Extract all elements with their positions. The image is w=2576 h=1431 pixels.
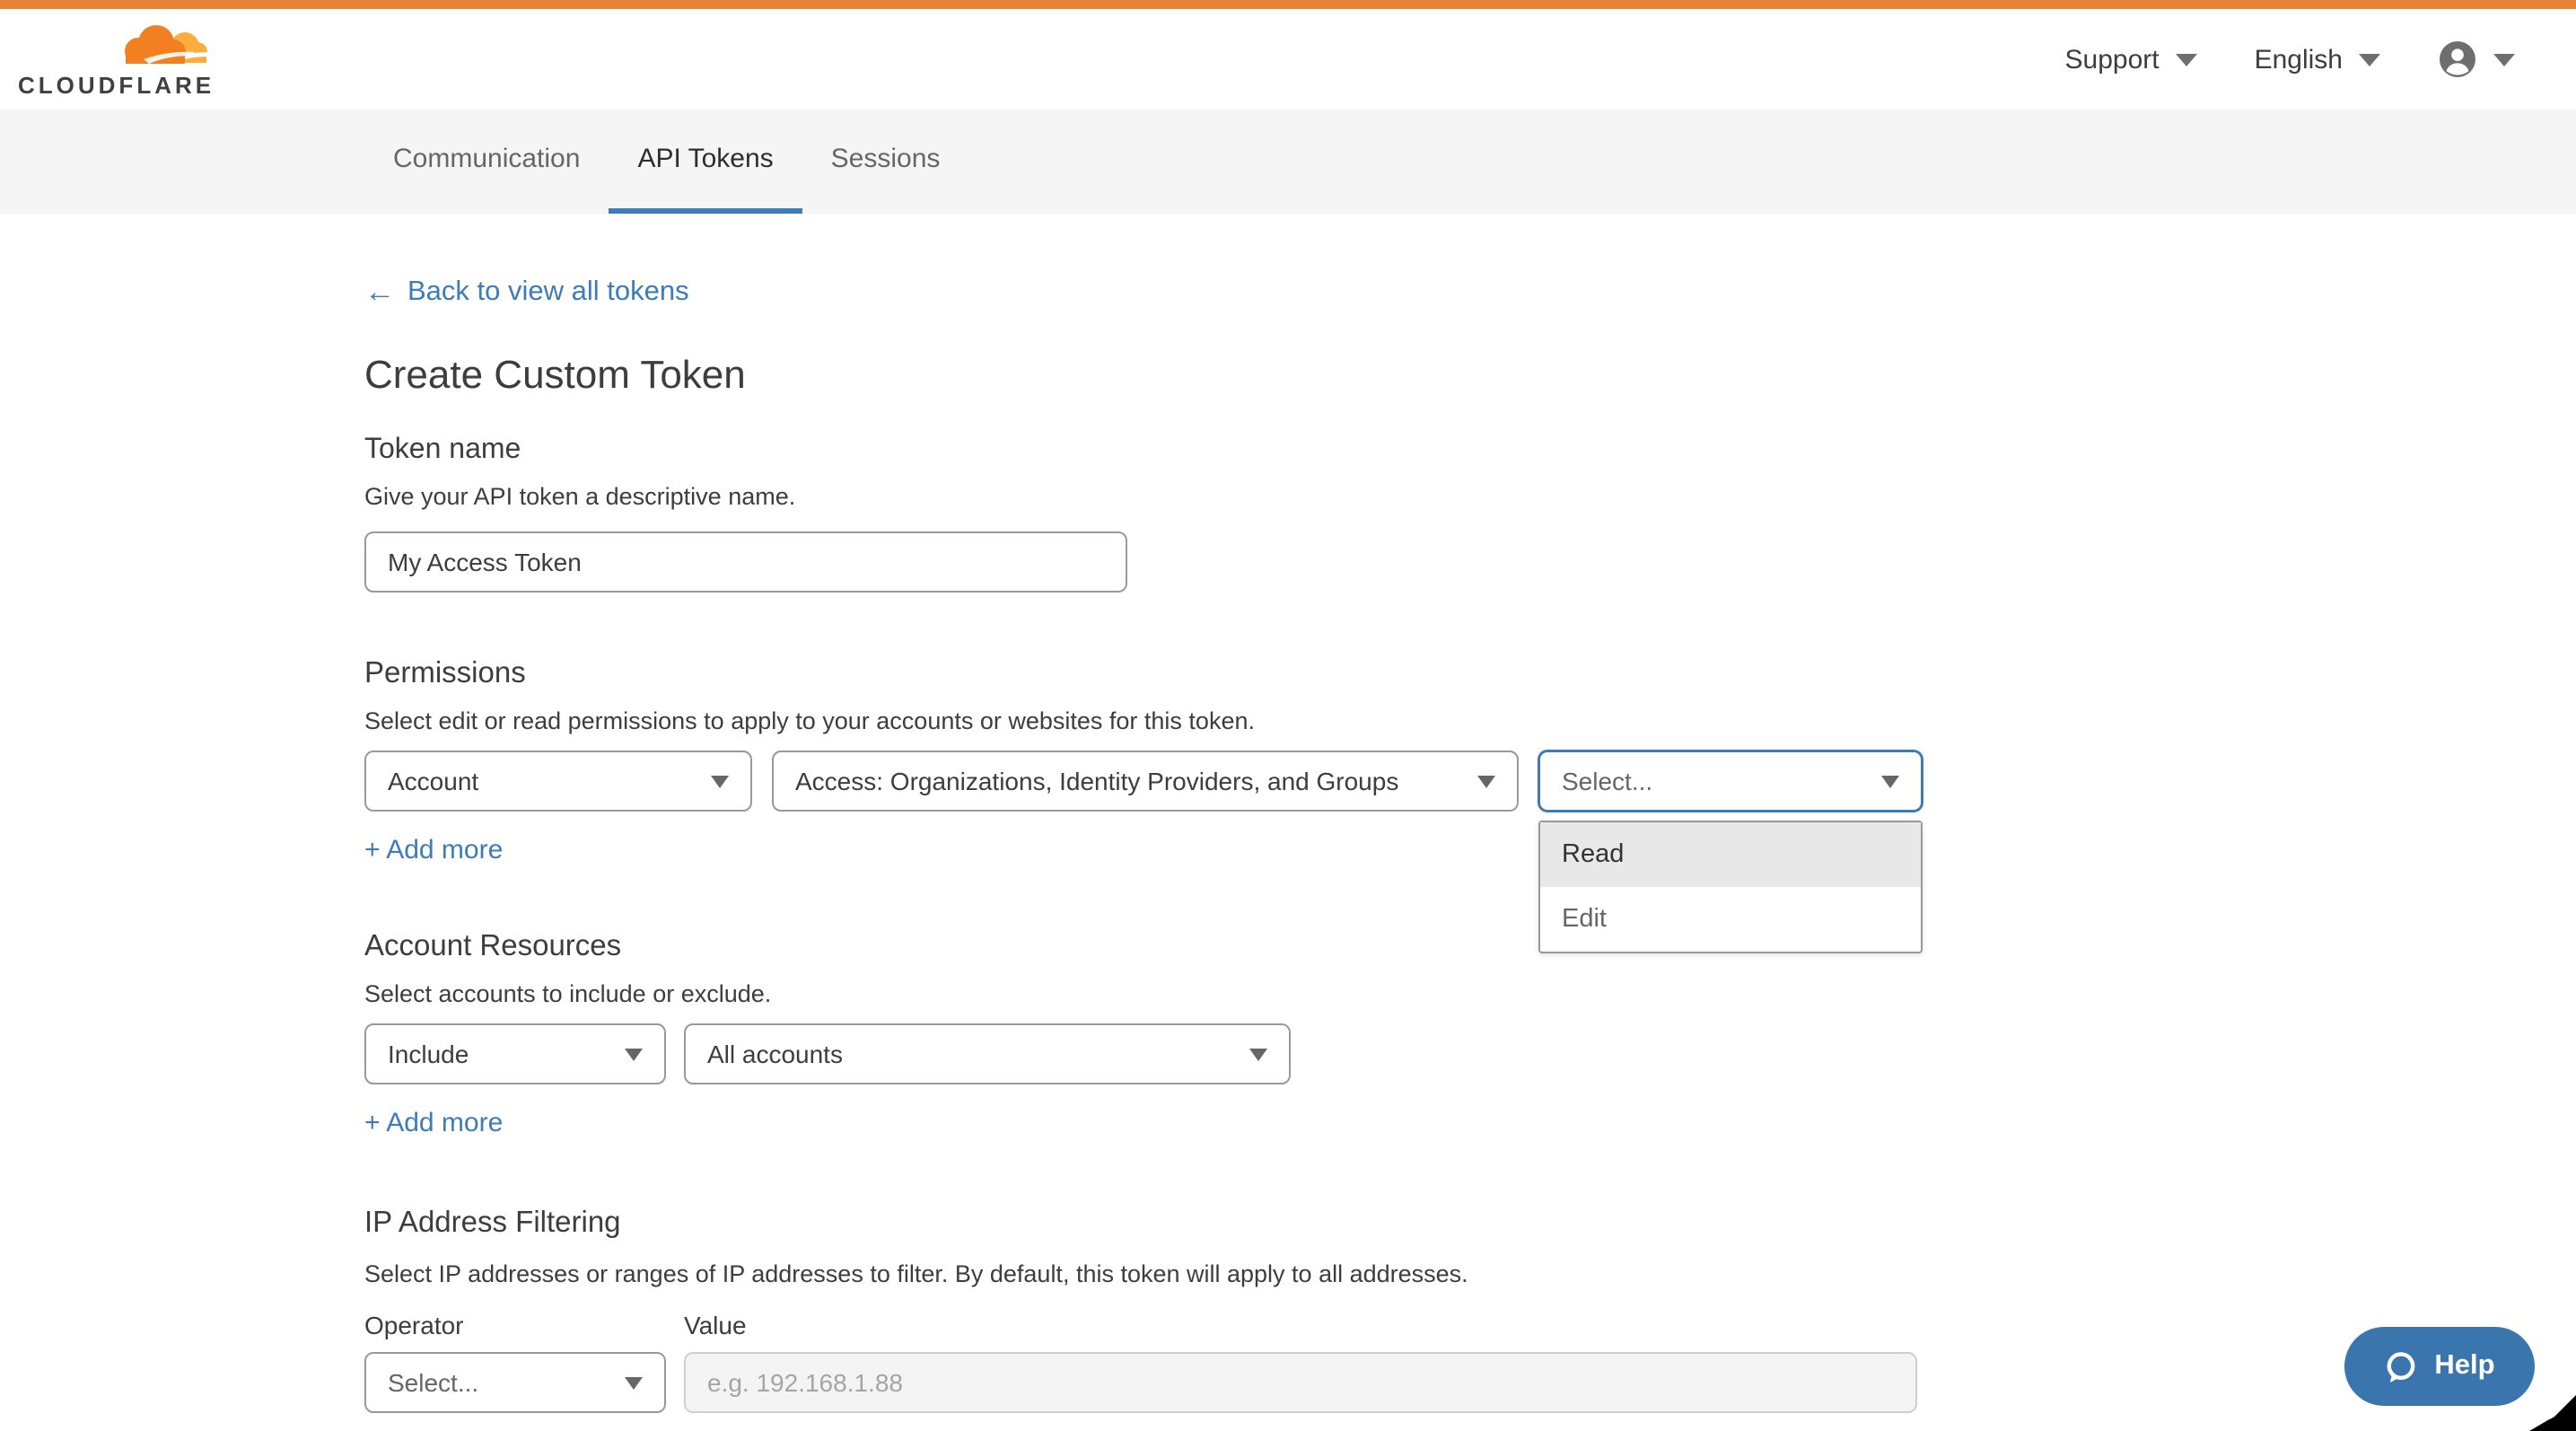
operator-placeholder: Select... (388, 1368, 478, 1397)
permission-scope-value: Account (388, 767, 478, 795)
permissions-description: Select edit or read permissions to apply… (364, 706, 1923, 738)
help-button[interactable]: Help (2344, 1327, 2535, 1406)
cloudflare-cloud-icon (115, 21, 208, 69)
main-content: ← Back to view all tokens Create Custom … (364, 214, 1923, 1413)
permission-group-select[interactable]: Access: Organizations, Identity Provider… (772, 751, 1519, 812)
header-nav: Support English (2065, 40, 2516, 79)
caret-down-icon (711, 775, 729, 787)
value-label: Value (684, 1309, 747, 1341)
back-link-label: Back to view all tokens (407, 275, 689, 311)
permissions-heading: Permissions (364, 654, 1923, 693)
brand-top-bar (0, 0, 2576, 9)
cloudflare-dashboard: CLOUDFLARE Support English Communicati (0, 0, 2576, 1431)
caret-down-icon (625, 1376, 643, 1389)
account-resources-add-more-link[interactable]: + Add more (364, 1106, 503, 1142)
logo-wordmark: CLOUDFLARE (18, 71, 215, 98)
caret-down-icon (625, 1048, 643, 1060)
ip-filtering-description: Select IP addresses or ranges of IP addr… (364, 1259, 1923, 1291)
permissions-add-more-link[interactable]: + Add more (364, 833, 503, 869)
permissions-row: Account Access: Organizations, Identity … (364, 751, 1923, 812)
include-exclude-value: Include (388, 1040, 469, 1068)
token-name-description: Give your API token a descriptive name. (364, 481, 1923, 514)
option-read[interactable]: Read (1540, 822, 1921, 887)
back-to-tokens-link[interactable]: ← Back to view all tokens (364, 275, 689, 311)
operator-label: Operator (364, 1309, 684, 1341)
include-exclude-select[interactable]: Include (364, 1023, 666, 1084)
cloudflare-logo: CLOUDFLARE (18, 21, 215, 98)
token-name-heading: Token name (364, 433, 1923, 469)
account-resources-row: Include All accounts (364, 1023, 1923, 1084)
chevron-down-icon (2359, 53, 2380, 66)
option-edit[interactable]: Edit (1540, 887, 1921, 952)
language-menu[interactable]: English (2255, 44, 2380, 75)
user-menu[interactable] (2438, 40, 2515, 79)
permission-group-value: Access: Organizations, Identity Provider… (795, 767, 1398, 795)
access-level-listbox: Read Edit (1538, 821, 1923, 953)
caret-down-icon (1477, 775, 1495, 787)
help-button-label: Help (2434, 1350, 2494, 1383)
token-name-input[interactable] (364, 531, 1127, 593)
tab-sessions[interactable]: Sessions (802, 110, 969, 214)
language-menu-label: English (2255, 44, 2343, 75)
profile-tabs: Communication API Tokens Sessions (0, 110, 2576, 214)
support-menu[interactable]: Support (2065, 44, 2197, 75)
page-title: Create Custom Token (364, 350, 1923, 400)
ip-filtering-heading: IP Address Filtering (364, 1203, 1923, 1242)
chat-bubble-icon (2384, 1349, 2418, 1383)
tab-api-tokens[interactable]: API Tokens (609, 110, 802, 214)
caret-down-icon (1881, 775, 1899, 787)
support-menu-label: Support (2065, 44, 2160, 75)
permission-scope-select[interactable]: Account (364, 751, 752, 812)
accounts-select-value: All accounts (707, 1040, 843, 1068)
ip-value-input[interactable] (684, 1352, 1917, 1413)
ip-filtering-labels: Operator Value (364, 1309, 1923, 1341)
tab-communication[interactable]: Communication (364, 110, 609, 214)
arrow-left-icon: ← (364, 275, 395, 311)
chevron-down-icon (2493, 53, 2515, 66)
accounts-select[interactable]: All accounts (684, 1023, 1291, 1084)
caret-down-icon (1249, 1048, 1267, 1060)
access-level-placeholder: Select... (1562, 767, 1652, 795)
account-resources-description: Select accounts to include or exclude. (364, 979, 1923, 1011)
ip-filtering-row: Select... (364, 1352, 1923, 1413)
access-level-select[interactable]: Select... Read Edit (1538, 751, 1923, 812)
operator-select[interactable]: Select... (364, 1352, 666, 1413)
user-avatar-icon (2438, 40, 2477, 79)
header: CLOUDFLARE Support English (0, 9, 2576, 110)
chevron-down-icon (2176, 53, 2197, 66)
